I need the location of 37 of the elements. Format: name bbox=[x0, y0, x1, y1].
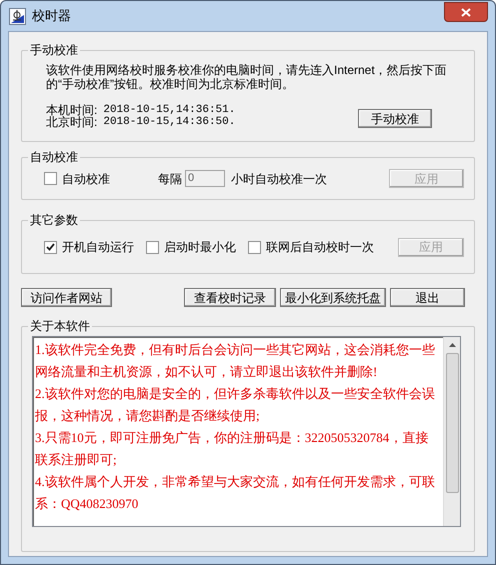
checkbox[interactable] bbox=[248, 240, 261, 254]
group-title: 手动校准 bbox=[28, 42, 80, 58]
checkbox[interactable] bbox=[44, 240, 57, 254]
time-label: 北京时间: bbox=[46, 116, 98, 128]
app-icon bbox=[9, 8, 26, 24]
button[interactable]: 访问作者网站 bbox=[21, 288, 112, 307]
window-title: 校时器 bbox=[32, 7, 71, 26]
button[interactable]: 手动校准 bbox=[358, 109, 432, 128]
scrollbar[interactable] bbox=[443, 337, 460, 526]
about-paragraph: 4.该软件属个人开发，非常希望与大家交流，如有任何开发需求，可联系：QQ408230970 bbox=[35, 473, 436, 513]
group-title: 自动校准 bbox=[28, 149, 80, 165]
checkbox-label: 联网后自动校时一次 bbox=[266, 239, 374, 256]
group-title: 关于本软件 bbox=[28, 318, 92, 334]
text-area[interactable] bbox=[32, 336, 461, 527]
about-paragraph: 3.只需10元，即可注册免广告，你的注册码是：3220505320784，直接联系注册即可; bbox=[35, 429, 430, 469]
checkbox-label: 自动校准 bbox=[62, 170, 110, 188]
scroll-up-icon[interactable] bbox=[448, 343, 456, 347]
time-label: 本机时间: bbox=[46, 104, 98, 116]
interval-suffix: 小时自动校准一次 bbox=[231, 170, 327, 188]
interval-label: 每隔 bbox=[158, 170, 182, 188]
interval-field[interactable]: 0 bbox=[185, 170, 225, 187]
checkbox-label: 启动时最小化 bbox=[164, 239, 236, 256]
checkbox[interactable] bbox=[146, 240, 159, 254]
checkbox-label: 开机自动运行 bbox=[62, 239, 134, 256]
scroll-thumb[interactable] bbox=[446, 353, 458, 493]
time-value: 2018-10-15,14:36:50. bbox=[103, 116, 236, 128]
button[interactable]: 退出 bbox=[390, 288, 465, 307]
about-paragraph: 1.该软件完全免费，但有时后台会访问一些其它网站，这会消耗您一些网络流量和主机资源，如不认可，请立即退出该软件并删除! bbox=[35, 341, 436, 381]
button[interactable]: 查看校时记录 bbox=[184, 288, 276, 307]
time-value: 2018-10-15,14:36:51. bbox=[103, 104, 236, 116]
group-title: 其它参数 bbox=[28, 212, 80, 228]
about-paragraph: 2.该软件对您的电脑是安全的，但许多杀毒软件以及一些安全软件会误报，这种情况，请您斟酌是否继续使用; bbox=[35, 385, 436, 425]
close-icon bbox=[461, 8, 471, 16]
checkbox[interactable] bbox=[44, 172, 57, 185]
description-text: 该软件使用网络校时服务校准你的电脑时间，请先连入Internet，然后按下面的“手动校准”按钮。校准时间为北京标准时间。 bbox=[46, 63, 448, 91]
button[interactable]: 最小化到系统托盘 bbox=[280, 288, 386, 307]
close-button[interactable] bbox=[444, 2, 488, 22]
